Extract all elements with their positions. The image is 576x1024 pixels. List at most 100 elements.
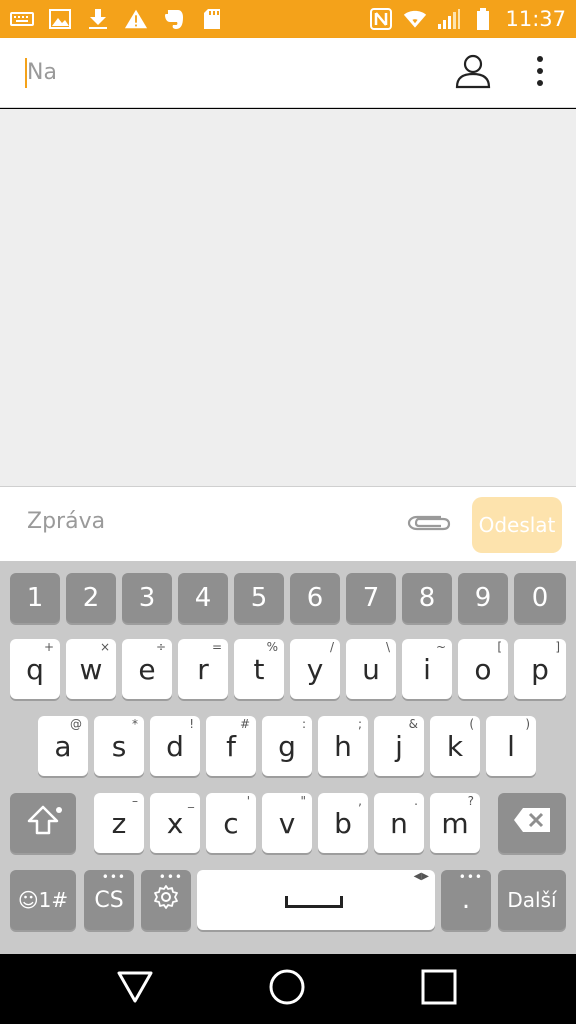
key-x[interactable]: x _ [150, 793, 200, 853]
key-z[interactable]: z – [94, 793, 144, 853]
key-2[interactable]: 2 [66, 573, 116, 623]
period-key[interactable]: . ••• [441, 870, 491, 930]
key-5[interactable]: 5 [234, 573, 284, 623]
key-hint: ; [357, 717, 362, 731]
key-label: l [507, 729, 515, 763]
contacts-button[interactable] [452, 52, 494, 94]
key-label: j [395, 729, 403, 763]
key-f[interactable]: f # [206, 716, 256, 776]
key-hint: % [266, 640, 278, 654]
key-d[interactable]: d! [150, 716, 200, 776]
space-key[interactable]: ◀▶ [197, 870, 435, 930]
key-r[interactable]: r = [178, 639, 228, 699]
key-m[interactable]: m? [430, 793, 480, 853]
key-e[interactable]: e ÷ [122, 639, 172, 699]
language-key[interactable]: CS ••• [84, 870, 134, 930]
evernote-icon [162, 7, 186, 31]
key-label: c [223, 806, 239, 840]
message-input[interactable]: Zpráva [27, 505, 387, 539]
key-g[interactable]: g: [262, 716, 312, 776]
key-l[interactable]: l) [486, 716, 536, 776]
image-icon [48, 7, 72, 31]
symbols-key[interactable]: ☺1# [10, 870, 76, 930]
settings-key[interactable]: ••• [141, 870, 191, 930]
key-hint: " [300, 794, 306, 808]
key-label: u [362, 652, 380, 686]
key-y[interactable]: y / [290, 639, 340, 699]
key-label: s [111, 729, 127, 763]
attach-button[interactable] [404, 509, 452, 539]
key-t[interactable]: t% [234, 639, 284, 699]
spacebar-icon [285, 896, 343, 908]
key-label: m [441, 806, 469, 840]
key-hint: ! [189, 717, 194, 731]
key-h[interactable]: h; [318, 716, 368, 776]
key-0[interactable]: 0 [514, 573, 566, 623]
key-6[interactable]: 6 [290, 573, 340, 623]
more-options-indicator: ••• [458, 870, 483, 884]
key-q[interactable]: q + [10, 639, 60, 699]
key-a[interactable]: a @ [38, 716, 88, 776]
key-c[interactable]: c ' [206, 793, 256, 853]
key-j[interactable]: j & [374, 716, 424, 776]
wifi-icon [403, 7, 427, 31]
recipient-input[interactable]: Na [27, 54, 407, 92]
back-button[interactable] [114, 968, 156, 1010]
key-p[interactable]: p] [514, 639, 566, 699]
overflow-menu-button[interactable] [524, 52, 556, 94]
key-hint: ' [246, 794, 250, 808]
send-button[interactable]: Odeslat [472, 497, 562, 553]
key-o[interactable]: o[ [458, 639, 508, 699]
key-label: d [166, 729, 184, 763]
message-thread [0, 109, 576, 486]
key-n[interactable]: n. [374, 793, 424, 853]
key-label: k [446, 729, 464, 763]
nfc-icon [369, 7, 393, 31]
key-label: q [26, 652, 44, 686]
key-label: g [278, 729, 296, 763]
next-key[interactable]: Další [498, 870, 566, 930]
key-w[interactable]: w × [66, 639, 116, 699]
key-hint: [ [497, 640, 502, 654]
key-label: y [306, 652, 324, 686]
key-label: . [461, 885, 471, 915]
key-hint: ÷ [155, 640, 166, 654]
key-k[interactable]: k( [430, 716, 480, 776]
more-options-indicator: ••• [101, 870, 126, 884]
shift-icon [26, 804, 60, 842]
key-hint: # [239, 717, 250, 731]
shift-key[interactable] [10, 793, 76, 853]
status-time: 11:37 [505, 7, 566, 31]
key-7[interactable]: 7 [346, 573, 396, 623]
key-s[interactable]: s * [94, 716, 144, 776]
recents-button[interactable] [418, 968, 460, 1010]
home-button[interactable] [266, 968, 308, 1010]
download-icon [86, 7, 110, 31]
key-i[interactable]: i ~ [402, 639, 452, 699]
warning-icon [124, 7, 148, 31]
key-label: x [166, 806, 184, 840]
key-8[interactable]: 8 [402, 573, 452, 623]
key-hint: ? [467, 794, 474, 808]
cursor-arrows-icon: ◀▶ [413, 871, 429, 882]
key-hint: = [211, 640, 222, 654]
recipient-bar: Na [0, 38, 576, 108]
key-label: v [278, 806, 296, 840]
key-3[interactable]: 3 [122, 573, 172, 623]
key-1[interactable]: 1 [10, 573, 60, 623]
key-hint: ~ [435, 640, 446, 654]
key-v[interactable]: v " [262, 793, 312, 853]
backspace-key[interactable] [498, 793, 566, 853]
key-hint: ( [469, 717, 474, 731]
key-hint: . [414, 794, 418, 808]
key-label: n [390, 806, 408, 840]
key-u[interactable]: u \ [346, 639, 396, 699]
key-hint: _ [188, 794, 194, 808]
key-9[interactable]: 9 [458, 573, 508, 623]
key-label: b [334, 806, 352, 840]
key-b[interactable]: b, [318, 793, 368, 853]
key-4[interactable]: 4 [178, 573, 228, 623]
key-hint: : [301, 717, 306, 731]
key-hint: – [132, 794, 138, 808]
gear-icon [153, 884, 179, 916]
